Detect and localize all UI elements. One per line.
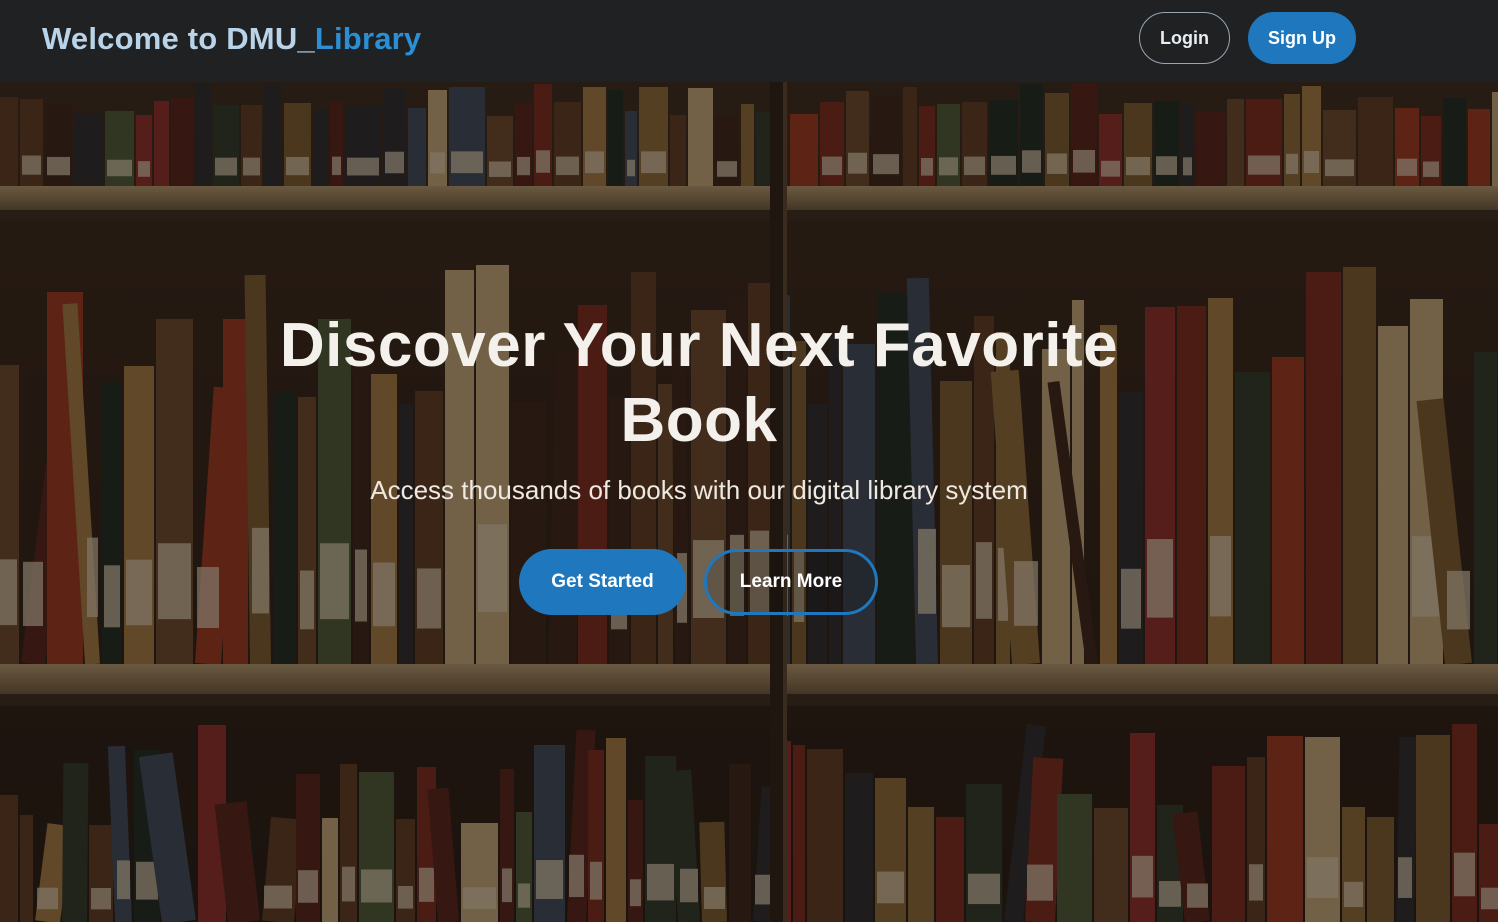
brand-accent: Library: [314, 21, 422, 56]
learn-more-button[interactable]: Learn More: [704, 549, 878, 615]
signup-button[interactable]: Sign Up: [1248, 12, 1356, 64]
hero-title: Discover Your Next Favorite Book: [279, 311, 1119, 455]
top-navbar: Welcome to DMU_Library Login Sign Up: [0, 0, 1498, 82]
hero-section: Discover Your Next Favorite Book Access …: [0, 82, 1498, 922]
landing-page: Welcome to DMU_Library Login Sign Up Dis…: [0, 0, 1498, 922]
login-button[interactable]: Login: [1139, 12, 1230, 64]
brand-prefix: Welcome to DMU_: [42, 21, 315, 56]
site-brand[interactable]: Welcome to DMU_Library: [42, 21, 421, 57]
get-started-button[interactable]: Get Started: [519, 549, 686, 615]
hero-subtitle: Access thousands of books with our digit…: [370, 475, 1028, 505]
